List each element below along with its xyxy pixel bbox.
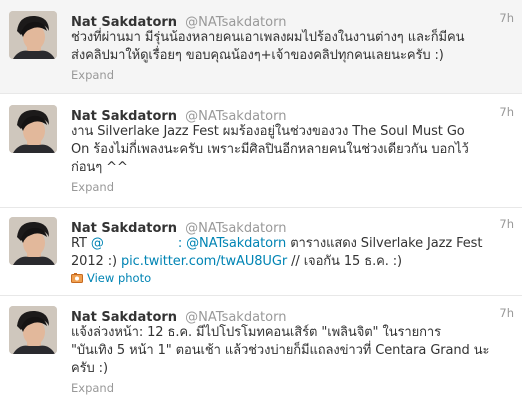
tweet-body: 2012 :): [71, 254, 117, 269]
author-name[interactable]: Nat Sakdatorn: [71, 221, 177, 236]
author-handle[interactable]: @NATsakdatorn: [185, 109, 286, 124]
tweet-timestamp[interactable]: 7h: [499, 105, 514, 119]
tweet-text: แจ้งล่วงหน้า: 12 ธ.ค. มีไปโปรโมทคอนเสิร์…: [71, 325, 490, 376]
mention-link[interactable]: @NATsakdatorn: [186, 236, 286, 251]
author-handle[interactable]: @NATsakdatorn: [185, 310, 286, 325]
author-name[interactable]: Nat Sakdatorn: [71, 109, 177, 124]
tweet-timestamp[interactable]: 7h: [499, 217, 514, 231]
tweet-body: // เจอกัน 15 ธ.ค. :): [291, 254, 403, 269]
tweet-item[interactable]: Nat Sakdatorn @NATsakdatorn 7h แจ้งล่วงห…: [0, 296, 522, 402]
tweet-item[interactable]: Nat Sakdatorn @NATsakdatorn 7h งาน Silve…: [0, 94, 522, 208]
avatar[interactable]: [9, 105, 57, 153]
tweet-timestamp[interactable]: 7h: [499, 11, 514, 25]
tweet-text: RT @ : @NATsakdatorn ตารางแสดง Silverlak…: [71, 235, 511, 271]
retweet-prefix: RT: [71, 236, 87, 251]
tweet-timestamp[interactable]: 7h: [499, 306, 514, 320]
tweet-timeline: Nat Sakdatorn @NATsakdatorn 7h ช่วงที่ผ่…: [0, 0, 522, 402]
tweet-item[interactable]: Nat Sakdatorn @NATsakdatorn 7h ช่วงที่ผ่…: [0, 0, 522, 94]
colon-separator: :: [177, 236, 183, 251]
tweet-header: Nat Sakdatorn @NATsakdatorn 7h: [71, 217, 514, 236]
tweet-header: Nat Sakdatorn @NATsakdatorn 7h: [71, 105, 514, 124]
mention-link[interactable]: @: [91, 236, 104, 251]
tweet-text: งาน Silverlake Jazz Fest ผมร้องอยู่ในช่ว…: [71, 124, 469, 175]
tweet-header: Nat Sakdatorn @NATsakdatorn 7h: [71, 306, 514, 325]
author-name[interactable]: Nat Sakdatorn: [71, 310, 177, 325]
author-name[interactable]: Nat Sakdatorn: [71, 15, 177, 30]
tweet-body: ตารางแสดง Silverlake Jazz Fest: [290, 236, 483, 251]
view-photo-link[interactable]: View photo: [71, 271, 151, 285]
avatar[interactable]: [9, 217, 57, 265]
tweet-item[interactable]: Nat Sakdatorn @NATsakdatorn 7h RT @ : @N…: [0, 208, 522, 296]
avatar[interactable]: [9, 306, 57, 354]
expand-link[interactable]: Expand: [71, 381, 114, 395]
avatar[interactable]: [9, 11, 57, 59]
photo-icon: [71, 273, 83, 283]
tweet-text: ช่วงที่ผ่านมา มีรุ่นน้องหลายคนเอาเพลงผมไ…: [71, 30, 465, 63]
author-handle[interactable]: @NATsakdatorn: [185, 221, 286, 236]
photo-link[interactable]: pic.twitter.com/twAU8UGr: [121, 254, 287, 269]
expand-link[interactable]: Expand: [71, 180, 114, 194]
author-handle[interactable]: @NATsakdatorn: [185, 15, 286, 30]
tweet-header: Nat Sakdatorn @NATsakdatorn 7h: [71, 11, 514, 30]
expand-link[interactable]: Expand: [71, 68, 114, 82]
view-photo-label[interactable]: View photo: [87, 271, 151, 285]
